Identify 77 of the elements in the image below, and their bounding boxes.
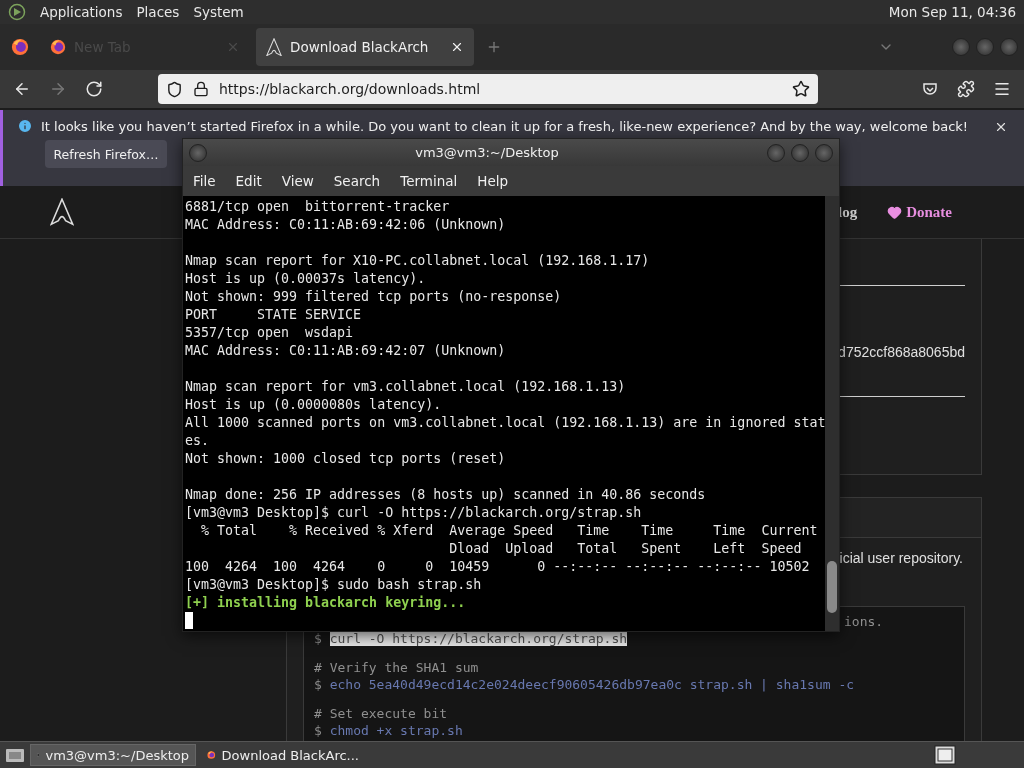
clock[interactable]: Mon Sep 11, 04:36 [888, 4, 1016, 20]
menu-logo-icon[interactable] [8, 3, 26, 21]
scrollbar[interactable] [825, 196, 839, 631]
minimize-button[interactable] [952, 38, 970, 56]
text-cursor [185, 612, 193, 629]
prompt-sign: $ [314, 677, 322, 692]
terminal-line: MAC Address: C0:11:AB:69:42:06 (Unknown) [185, 216, 507, 234]
firefox-icon [11, 38, 29, 56]
maximize-button[interactable] [791, 143, 809, 162]
window-menu-button[interactable] [189, 143, 207, 162]
code-command: echo 5ea40d49ecd14c2e024deecf90605426db97ea0c strap.sh | sha1sum -c [329, 677, 855, 692]
taskbar-task[interactable]: Download BlackArc... [200, 744, 366, 766]
terminal-line: % Total % Received % Xferd Average Speed Time Time Time Current [200, 522, 819, 540]
show-desktop-icon[interactable] [4, 746, 26, 764]
menu-item[interactable]: Edit [235, 173, 262, 189]
pocket-icon[interactable] [922, 81, 938, 97]
workspace-icon[interactable] [934, 745, 956, 765]
window-title: vm3@vm3:~/Desktop [414, 145, 560, 160]
code-text: ions. [844, 614, 884, 629]
bookmark-star-icon[interactable] [792, 80, 810, 98]
terminal-line: [vm3@vm3 Desktop]$ curl -O https://blackarch.org/strap.sh [185, 504, 643, 522]
browser-tab[interactable]: Download BlackArch [256, 28, 474, 66]
heart-icon[interactable] [887, 204, 903, 220]
code-comment: # Set execute bit [314, 706, 448, 721]
maximize-button[interactable] [976, 38, 994, 56]
close-button[interactable] [815, 143, 833, 162]
plus-icon[interactable] [486, 39, 502, 55]
notification-message: It looks like you haven’t started Firefox in a while. Do you want to clean it up for a fresh, like-new experience? And by the way, welcome back! [41, 118, 969, 134]
terminal-line: Nmap done: 256 IP addresses (8 hosts up) scanned in 40.86 seconds [185, 486, 707, 504]
menu-icon[interactable] [993, 80, 1011, 98]
minimize-button[interactable] [767, 143, 785, 162]
terminal-line: 6881/tcp open bittorrent-tracker [185, 198, 451, 216]
taskbar-task[interactable]: vm3@vm3:~/Desktop [30, 744, 196, 766]
terminal-line: [+] installing blackarch keyring... [185, 594, 467, 612]
terminal-line: Not shown: 999 filtered tcp ports (no-response) [185, 288, 563, 306]
url-field[interactable]: https://blackarch.org/downloads.html [158, 74, 818, 104]
reload-icon[interactable] [85, 80, 103, 98]
panel-menu[interactable]: Places [136, 4, 180, 20]
terminal-line: Host is up (0.0000080s latency). [185, 396, 443, 414]
panel-menu[interactable]: System [193, 4, 244, 20]
menu-item[interactable]: Search [333, 173, 381, 189]
close-icon[interactable] [994, 120, 1008, 134]
code-comment: # Verify the SHA1 sum [314, 660, 479, 675]
terminal-line: Not shown: 1000 closed tcp ports (reset) [185, 450, 507, 468]
firefox-icon [50, 39, 66, 55]
donate-link[interactable]: Donate [887, 203, 952, 221]
checksum-text: d752ccf868a8065bd [838, 344, 965, 360]
terminal-line: MAC Address: C0:11:AB:69:42:07 (Unknown) [185, 342, 507, 360]
site-favicon [266, 37, 282, 57]
menu-item[interactable]: Terminal [400, 173, 458, 189]
terminal-line: Dload Upload Total Spent Left Speed [448, 540, 803, 558]
terminal-line: PORT STATE SERVICE [185, 306, 363, 324]
prompt-sign: $ [314, 723, 322, 738]
back-icon[interactable] [13, 80, 31, 98]
refresh-firefox-button[interactable]: Refresh Firefox… [45, 140, 167, 168]
lock-icon[interactable] [193, 81, 209, 97]
puzzle-icon[interactable] [957, 80, 975, 98]
info-icon [17, 118, 33, 134]
intro-text: icial user repository. [839, 550, 963, 566]
terminal-line: es. [185, 432, 211, 450]
shield-icon[interactable] [166, 80, 183, 98]
menu-item[interactable]: View [281, 173, 314, 189]
menu-item[interactable]: File [193, 173, 216, 189]
menu-item[interactable]: Help [477, 173, 509, 189]
code-command: chmod +x strap.sh [329, 723, 463, 738]
terminal-line: 100 4264 100 4264 0 0 10459 0 --:--:-- --:--:-- --:--:-- 10502 [185, 558, 811, 576]
terminal-line: Host is up (0.00037s latency). [185, 270, 427, 288]
close-icon[interactable] [450, 40, 464, 54]
terminal-line: Nmap scan report for X10-PC.collabnet.local (192.168.1.17) [185, 252, 651, 270]
site-logo [50, 198, 74, 226]
close-button[interactable] [1000, 38, 1018, 56]
prompt-sign: $ [314, 631, 322, 646]
panel-menu[interactable]: Applications [40, 4, 123, 20]
terminal-line: Nmap scan report for vm3.collabnet.local (192.168.1.13) [185, 378, 627, 396]
terminal-line: All 1000 scanned ports on vm3.collabnet.local (192.168.1.13) are in ignored stat [185, 414, 825, 432]
terminal-line: [vm3@vm3 Desktop]$ sudo bash strap.sh [185, 576, 483, 594]
terminal-line: 5357/tcp open wsdapi [185, 324, 355, 342]
